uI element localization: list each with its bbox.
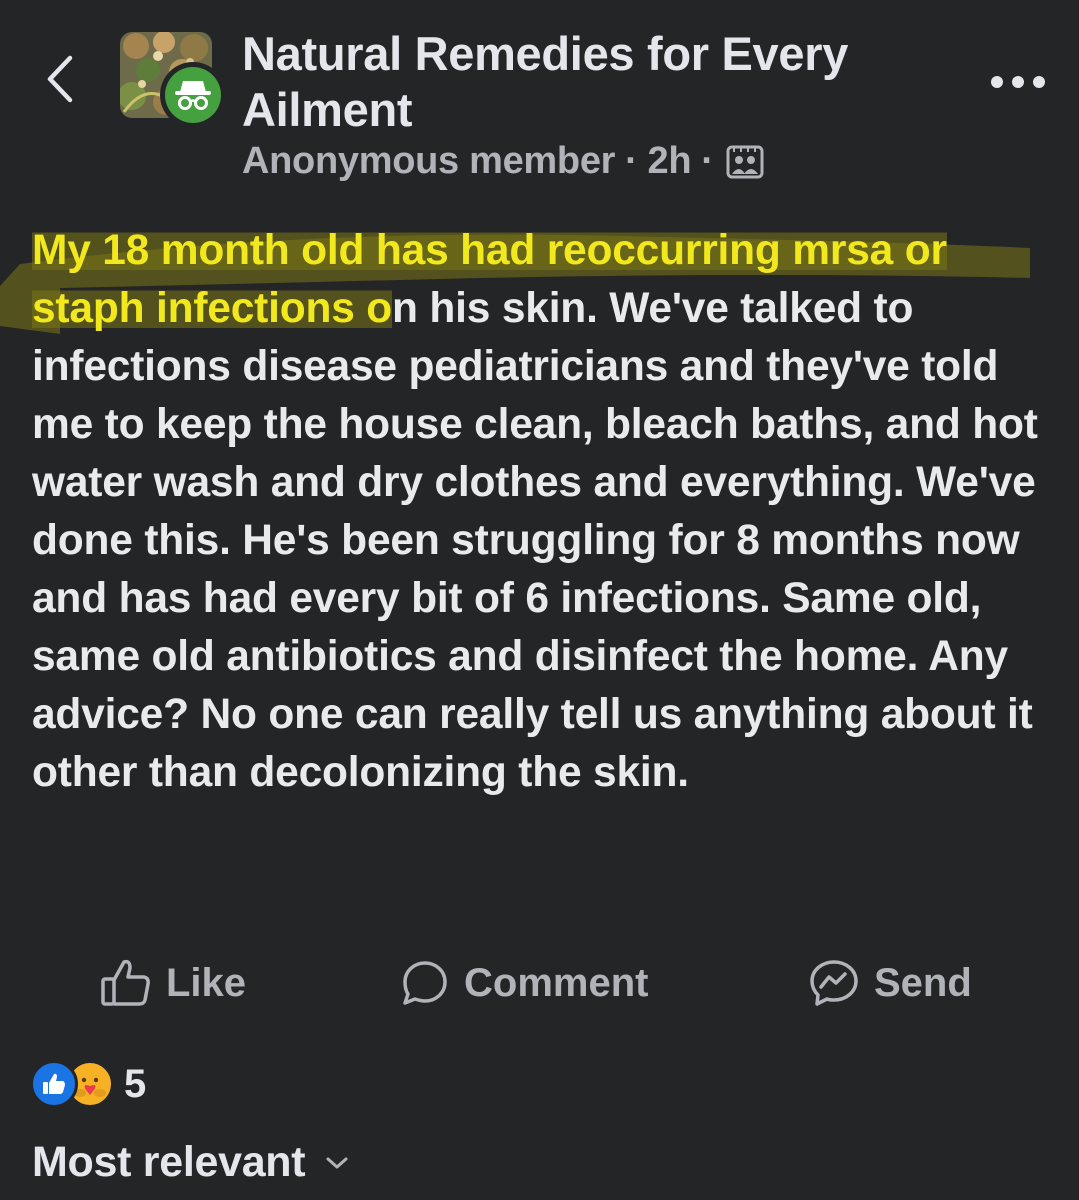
- anonymous-badge: [160, 62, 226, 128]
- comment-sort-dropdown[interactable]: Most relevant: [32, 1138, 349, 1187]
- sort-label: Most relevant: [32, 1138, 306, 1186]
- post-actions: Like Comment Send: [0, 940, 1079, 1026]
- more-options-button[interactable]: [985, 60, 1051, 104]
- thumbs-up-icon: [101, 959, 150, 1006]
- author-name[interactable]: Anonymous member: [242, 140, 615, 183]
- like-label: Like: [166, 960, 247, 1005]
- like-reaction-icon: [30, 1060, 78, 1108]
- send-label: Send: [874, 960, 972, 1005]
- chevron-down-icon: [326, 1157, 348, 1168]
- post-header: Natural Remedies for Every Ailment Anony…: [0, 0, 1079, 200]
- chevron-left-icon: [47, 55, 73, 103]
- meta-separator: ·: [701, 140, 714, 182]
- messenger-icon: [810, 960, 858, 1006]
- post-text: n his skin. We've talked to infections d…: [32, 285, 1038, 796]
- post-time[interactable]: 2h: [648, 140, 692, 183]
- comment-label: Comment: [464, 960, 649, 1005]
- group-audience-icon: [726, 144, 764, 180]
- incognito-icon: [175, 81, 211, 110]
- post-body: My 18 month old has had reoccurring mrsa…: [32, 222, 1057, 802]
- post-meta: Anonymous member · 2h ·: [242, 140, 764, 183]
- reaction-summary[interactable]: 5: [30, 1058, 146, 1110]
- reaction-count: 5: [124, 1061, 147, 1106]
- back-button[interactable]: [34, 48, 84, 110]
- comment-button[interactable]: Comment: [400, 940, 648, 1026]
- like-button[interactable]: Like: [100, 940, 246, 1026]
- comment-bubble-icon: [403, 961, 447, 1005]
- meta-separator: ·: [625, 140, 638, 182]
- group-name[interactable]: Natural Remedies for Every Ailment: [242, 26, 942, 138]
- send-button[interactable]: Send: [808, 940, 972, 1026]
- more-dots-icon: [991, 76, 1045, 88]
